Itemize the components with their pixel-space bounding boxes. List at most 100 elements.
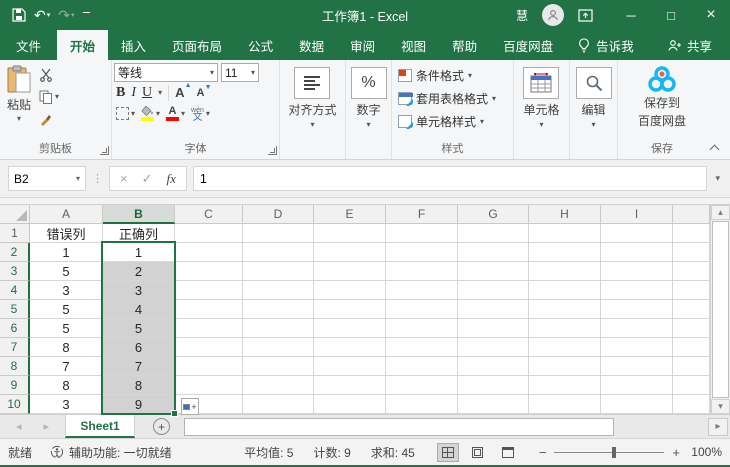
cell[interactable] bbox=[601, 262, 673, 281]
cell[interactable] bbox=[529, 357, 601, 376]
cell[interactable] bbox=[458, 319, 529, 338]
cell[interactable] bbox=[314, 300, 386, 319]
cell[interactable] bbox=[243, 357, 314, 376]
clipboard-dialog-launcher[interactable] bbox=[100, 146, 109, 155]
cell[interactable] bbox=[314, 395, 386, 414]
formula-input[interactable] bbox=[194, 172, 707, 186]
tab-home[interactable]: 开始 bbox=[57, 30, 108, 60]
cell[interactable] bbox=[529, 395, 601, 414]
cell[interactable] bbox=[529, 376, 601, 395]
cell[interactable] bbox=[243, 300, 314, 319]
conditional-formatting-dropdown-icon[interactable]: ▾ bbox=[468, 71, 472, 80]
number-dropdown-icon[interactable]: ▾ bbox=[366, 120, 370, 129]
cell[interactable] bbox=[601, 281, 673, 300]
cell[interactable] bbox=[458, 395, 529, 414]
cell[interactable] bbox=[529, 338, 601, 357]
user-name[interactable]: 慧 bbox=[516, 7, 528, 24]
sheet-nav-left-icon[interactable]: ◂ bbox=[16, 420, 22, 433]
cell-B10[interactable]: 9 bbox=[103, 395, 175, 414]
bold-button[interactable]: B bbox=[116, 85, 125, 101]
column-header-D[interactable]: D bbox=[243, 205, 314, 224]
zoom-in-button[interactable]: + bbox=[672, 445, 680, 460]
cell[interactable] bbox=[243, 281, 314, 300]
scroll-up-button[interactable]: ▴ bbox=[711, 205, 730, 220]
column-header-partial[interactable] bbox=[673, 205, 710, 224]
cell[interactable] bbox=[601, 376, 673, 395]
cell-A7[interactable]: 8 bbox=[30, 338, 103, 357]
row-header-7[interactable]: 7 bbox=[0, 338, 30, 357]
normal-view-button[interactable] bbox=[437, 443, 459, 462]
cell[interactable] bbox=[458, 376, 529, 395]
column-header-G[interactable]: G bbox=[458, 205, 529, 224]
cell-styles-button[interactable]: 单元格样式 ▾ bbox=[398, 111, 507, 132]
column-header-B[interactable]: B bbox=[103, 205, 175, 224]
paste-dropdown-icon[interactable]: ▾ bbox=[17, 114, 21, 123]
cell[interactable] bbox=[386, 319, 458, 338]
cell-B6[interactable]: 5 bbox=[103, 319, 175, 338]
avatar[interactable] bbox=[542, 4, 564, 26]
auto-fill-options-button[interactable]: + bbox=[181, 398, 199, 415]
cell-B4[interactable]: 3 bbox=[103, 281, 175, 300]
cell[interactable] bbox=[529, 224, 601, 243]
insert-function-button[interactable]: fx bbox=[167, 171, 176, 187]
share-button[interactable]: 共享 bbox=[649, 30, 730, 60]
cell-A4[interactable]: 3 bbox=[30, 281, 103, 300]
font-size-combo[interactable]: 11 ▾ bbox=[221, 63, 259, 82]
cell[interactable] bbox=[386, 300, 458, 319]
column-header-F[interactable]: F bbox=[386, 205, 458, 224]
cell[interactable] bbox=[458, 281, 529, 300]
borders-dropdown-icon[interactable]: ▾ bbox=[131, 109, 135, 118]
cell[interactable] bbox=[673, 338, 710, 357]
editing-button[interactable]: 编辑 ▾ bbox=[571, 63, 617, 129]
tab-help[interactable]: 帮助 bbox=[439, 30, 490, 60]
select-all-button[interactable] bbox=[0, 205, 30, 224]
fill-color-button[interactable]: ▾ bbox=[141, 105, 160, 122]
column-header-I[interactable]: I bbox=[601, 205, 673, 224]
zoom-level[interactable]: 100% bbox=[680, 445, 722, 459]
column-header-H[interactable]: H bbox=[529, 205, 601, 224]
cell[interactable] bbox=[458, 338, 529, 357]
row-header-4[interactable]: 4 bbox=[0, 281, 30, 300]
cell[interactable] bbox=[529, 300, 601, 319]
save-icon[interactable] bbox=[10, 8, 28, 22]
row-header-10[interactable]: 10 bbox=[0, 395, 30, 414]
zoom-slider[interactable] bbox=[554, 452, 664, 453]
cell-B3[interactable]: 2 bbox=[103, 262, 175, 281]
tab-baidu-netdisk[interactable]: 百度网盘 bbox=[490, 30, 566, 60]
cell[interactable] bbox=[673, 262, 710, 281]
cell-styles-dropdown-icon[interactable]: ▾ bbox=[480, 117, 484, 126]
cell[interactable] bbox=[314, 243, 386, 262]
vertical-scroll-thumb[interactable] bbox=[712, 221, 729, 398]
cell[interactable] bbox=[314, 376, 386, 395]
italic-button[interactable]: I bbox=[131, 85, 136, 101]
font-size-dropdown-icon[interactable]: ▾ bbox=[251, 68, 255, 77]
cell[interactable] bbox=[314, 319, 386, 338]
cell[interactable] bbox=[458, 357, 529, 376]
scroll-down-button[interactable]: ▾ bbox=[711, 399, 730, 414]
tab-insert[interactable]: 插入 bbox=[108, 30, 159, 60]
tab-formulas[interactable]: 公式 bbox=[235, 30, 286, 60]
cell-B9[interactable]: 8 bbox=[103, 376, 175, 395]
cell[interactable] bbox=[458, 224, 529, 243]
cell-A8[interactable]: 7 bbox=[30, 357, 103, 376]
close-button[interactable]: × bbox=[698, 6, 724, 24]
enter-button[interactable]: ✓ bbox=[142, 171, 153, 187]
formula-input-area[interactable] bbox=[193, 166, 708, 191]
format-as-table-dropdown-icon[interactable]: ▾ bbox=[492, 94, 496, 103]
cell-B8[interactable]: 7 bbox=[103, 357, 175, 376]
grow-font-button[interactable]: A▲ bbox=[175, 85, 184, 100]
cancel-button[interactable]: × bbox=[120, 171, 128, 186]
formula-bar-grip[interactable]: ⋮ bbox=[92, 172, 103, 185]
cell[interactable] bbox=[386, 395, 458, 414]
alignment-button[interactable]: 对齐方式 ▾ bbox=[283, 63, 341, 129]
cells-button[interactable]: 单元格 ▾ bbox=[518, 63, 564, 129]
tell-me-box[interactable]: 告诉我 bbox=[566, 30, 646, 60]
zoom-out-button[interactable]: − bbox=[539, 445, 547, 460]
cell[interactable] bbox=[529, 319, 601, 338]
underline-dropdown-icon[interactable]: ▾ bbox=[158, 88, 162, 97]
cell[interactable] bbox=[243, 262, 314, 281]
collapse-ribbon-button[interactable] bbox=[710, 145, 720, 151]
cell[interactable] bbox=[243, 224, 314, 243]
save-to-netdisk-button[interactable]: 保存到 百度网盘 bbox=[634, 63, 690, 131]
cell-A10[interactable]: 3 bbox=[30, 395, 103, 414]
